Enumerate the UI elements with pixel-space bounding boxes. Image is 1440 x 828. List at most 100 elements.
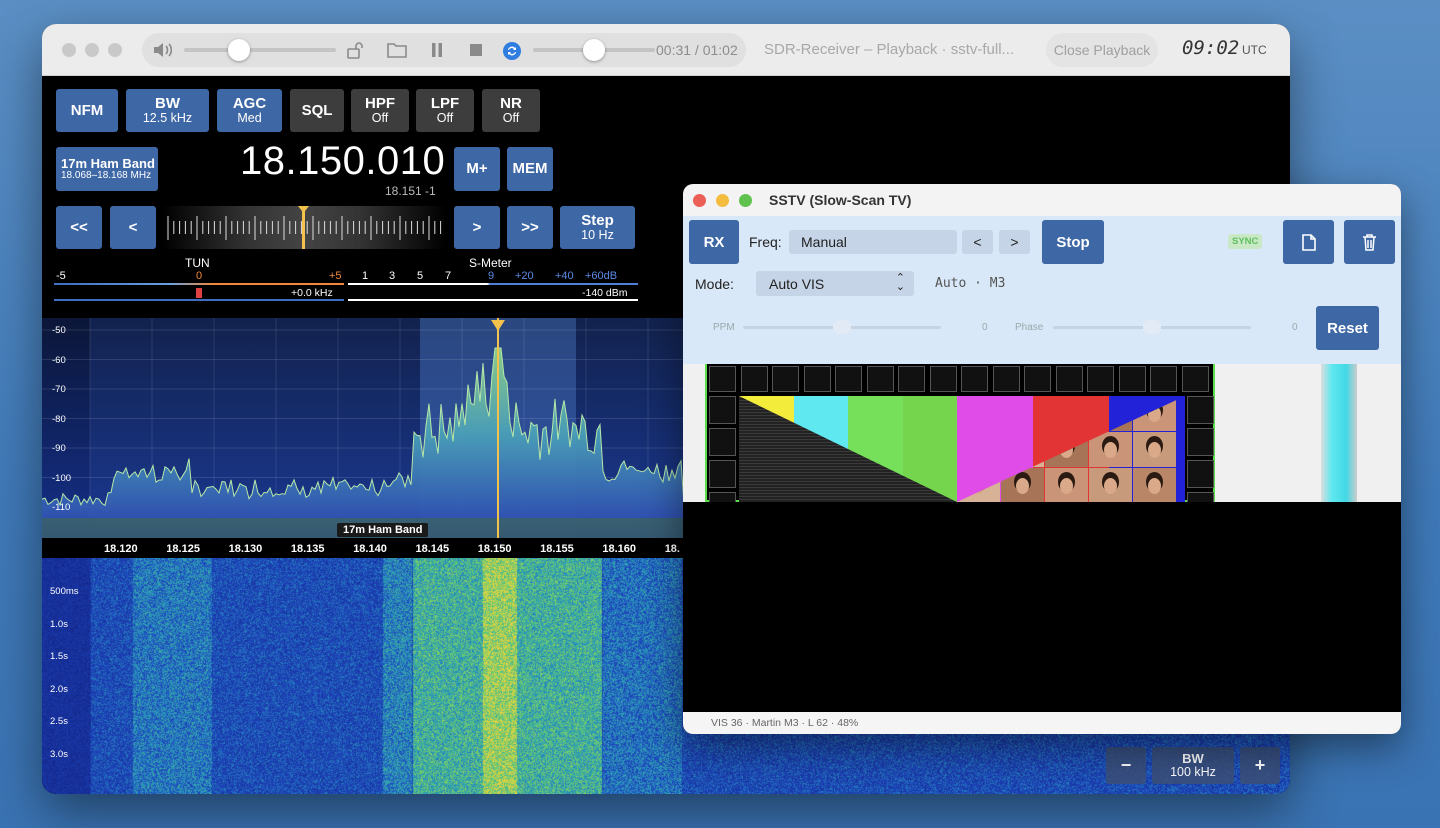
stop-button[interactable]: Stop	[1042, 220, 1104, 264]
film-cell	[1087, 366, 1114, 392]
frequency-display[interactable]: 18.150.010	[240, 139, 445, 184]
hpf-value: Off	[371, 110, 389, 125]
zoom-in-button[interactable]: +	[1240, 747, 1280, 784]
tuning-max: +5	[329, 270, 342, 282]
bandwidth-button[interactable]: BW 12.5 kHz	[126, 89, 209, 132]
freq-prev-button[interactable]: <	[962, 230, 993, 254]
film-cell	[709, 492, 736, 502]
freq-prev-label: <	[973, 234, 982, 250]
freq-value: Manual	[801, 234, 847, 250]
tuning-min: -5	[56, 270, 66, 282]
tuning-indicator	[196, 288, 202, 298]
agc-value: Med	[237, 110, 262, 125]
film-cell	[709, 366, 736, 392]
sstv-close-button[interactable]	[693, 194, 706, 207]
reset-button[interactable]: Reset	[1316, 306, 1379, 350]
agc-button[interactable]: AGC Med	[217, 89, 282, 132]
mode-select[interactable]: Auto VIS ⌃ ⌄	[756, 271, 914, 296]
delete-image-button[interactable]	[1344, 220, 1395, 264]
nr-button[interactable]: NR Off	[482, 89, 540, 132]
sql-label: SQL	[301, 101, 333, 119]
tune-up-fast-label: >>	[521, 218, 539, 236]
film-cell	[1187, 396, 1214, 424]
sync-badge: SYNC	[1228, 234, 1263, 249]
phase-value: 0	[1292, 322, 1298, 333]
speaker-icon[interactable]	[152, 42, 174, 62]
band-button[interactable]: 17m Ham Band 18.068–18.168 MHz	[56, 147, 158, 191]
volume-slider[interactable]	[184, 48, 336, 52]
unlock-icon[interactable]	[347, 41, 365, 63]
tune-up-fast-button[interactable]: >>	[507, 206, 553, 249]
tune-up-button[interactable]: >	[454, 206, 500, 249]
smeter-scale-label: +60dB	[585, 270, 618, 282]
bw-value: 12.5 kHz	[142, 110, 193, 125]
freq-select[interactable]: Manual	[789, 230, 957, 254]
save-image-button[interactable]	[1283, 220, 1334, 264]
lpf-button[interactable]: LPF Off	[416, 89, 474, 132]
nr-value: Off	[502, 110, 520, 125]
freq-next-button[interactable]: >	[999, 230, 1030, 254]
sstv-title: SSTV (Slow-Scan TV)	[769, 192, 912, 208]
mem-plus-label: M+	[466, 160, 488, 178]
frequency-axis-label: 18.125	[166, 543, 200, 555]
band-range: 18.068–18.168 MHz	[61, 169, 152, 181]
time-counter: 00:31 / 01:02	[656, 42, 738, 58]
film-cell	[992, 366, 1020, 392]
sub-frequency: 18.151 -1	[385, 184, 436, 198]
minimize-traffic-light[interactable]	[85, 43, 99, 57]
rx-button[interactable]: RX	[689, 220, 739, 264]
bw-label: BW	[155, 95, 180, 113]
volume-slider-knob[interactable]	[228, 39, 250, 61]
pause-icon[interactable]	[430, 42, 444, 62]
spectrum-y-label: -110	[52, 502, 71, 513]
frequency-axis-label: 18.135	[290, 543, 325, 555]
folder-icon[interactable]	[387, 42, 407, 62]
loop-icon[interactable]	[502, 41, 522, 65]
frequency-axis-label: 18.145	[415, 543, 450, 555]
film-cell	[740, 366, 768, 392]
stop-icon[interactable]	[468, 42, 484, 62]
smeter-scale-label: 5	[417, 270, 424, 282]
zoom-out-button[interactable]: −	[1106, 747, 1146, 784]
smeter-scale-label: 1	[362, 270, 369, 282]
tune-down-fast-button[interactable]: <<	[56, 206, 102, 249]
tuning-dial[interactable]	[162, 206, 446, 249]
film-cell	[1187, 492, 1214, 502]
ppm-slider-knob[interactable]	[833, 320, 851, 334]
film-cell	[709, 428, 736, 456]
spectrum-y-label: -60	[52, 354, 66, 366]
freq-next-label: >	[1010, 234, 1019, 250]
phase-slider-knob[interactable]	[1143, 320, 1161, 334]
tune-down-button[interactable]: <	[110, 206, 156, 249]
step-button[interactable]: Step 10 Hz	[560, 206, 635, 249]
trash-icon	[1363, 233, 1376, 251]
squelch-button[interactable]: SQL	[290, 89, 344, 132]
mem-label: MEM	[512, 160, 548, 178]
close-traffic-light[interactable]	[62, 43, 76, 57]
mode-button[interactable]: NFM	[56, 89, 118, 132]
zoom-traffic-light[interactable]	[108, 43, 122, 57]
face-photo-cell	[1045, 468, 1088, 502]
frequency-axis-label: 18.150	[477, 543, 512, 555]
smeter-baseline	[348, 299, 638, 301]
span-bw-value: 100 kHz	[1170, 764, 1216, 779]
memory-add-button[interactable]: M+	[454, 147, 500, 191]
tuning-label: TUN	[185, 256, 210, 270]
mode-label: NFM	[70, 101, 104, 119]
waterfall-time-label: 2.5s	[50, 716, 68, 728]
hpf-button[interactable]: HPF Off	[351, 89, 409, 132]
nr-label: NR	[500, 95, 522, 113]
sstv-minimize-button[interactable]	[716, 194, 729, 207]
frequency-axis-label: 18.155	[540, 543, 574, 555]
film-cell	[1150, 366, 1177, 392]
close-playback-button[interactable]: Close Playback	[1046, 33, 1158, 67]
decoded-image	[683, 364, 1401, 502]
span-bandwidth-button[interactable]: BW 100 kHz	[1152, 747, 1234, 784]
playback-slider-knob[interactable]	[583, 39, 605, 61]
sstv-zoom-button[interactable]	[739, 194, 752, 207]
rx-label: RX	[703, 233, 725, 251]
test-pattern-cyan-stripe	[1321, 364, 1357, 502]
film-cell	[961, 366, 988, 392]
memory-button[interactable]: MEM	[507, 147, 553, 191]
frequency-axis-label: 18.	[664, 543, 680, 555]
